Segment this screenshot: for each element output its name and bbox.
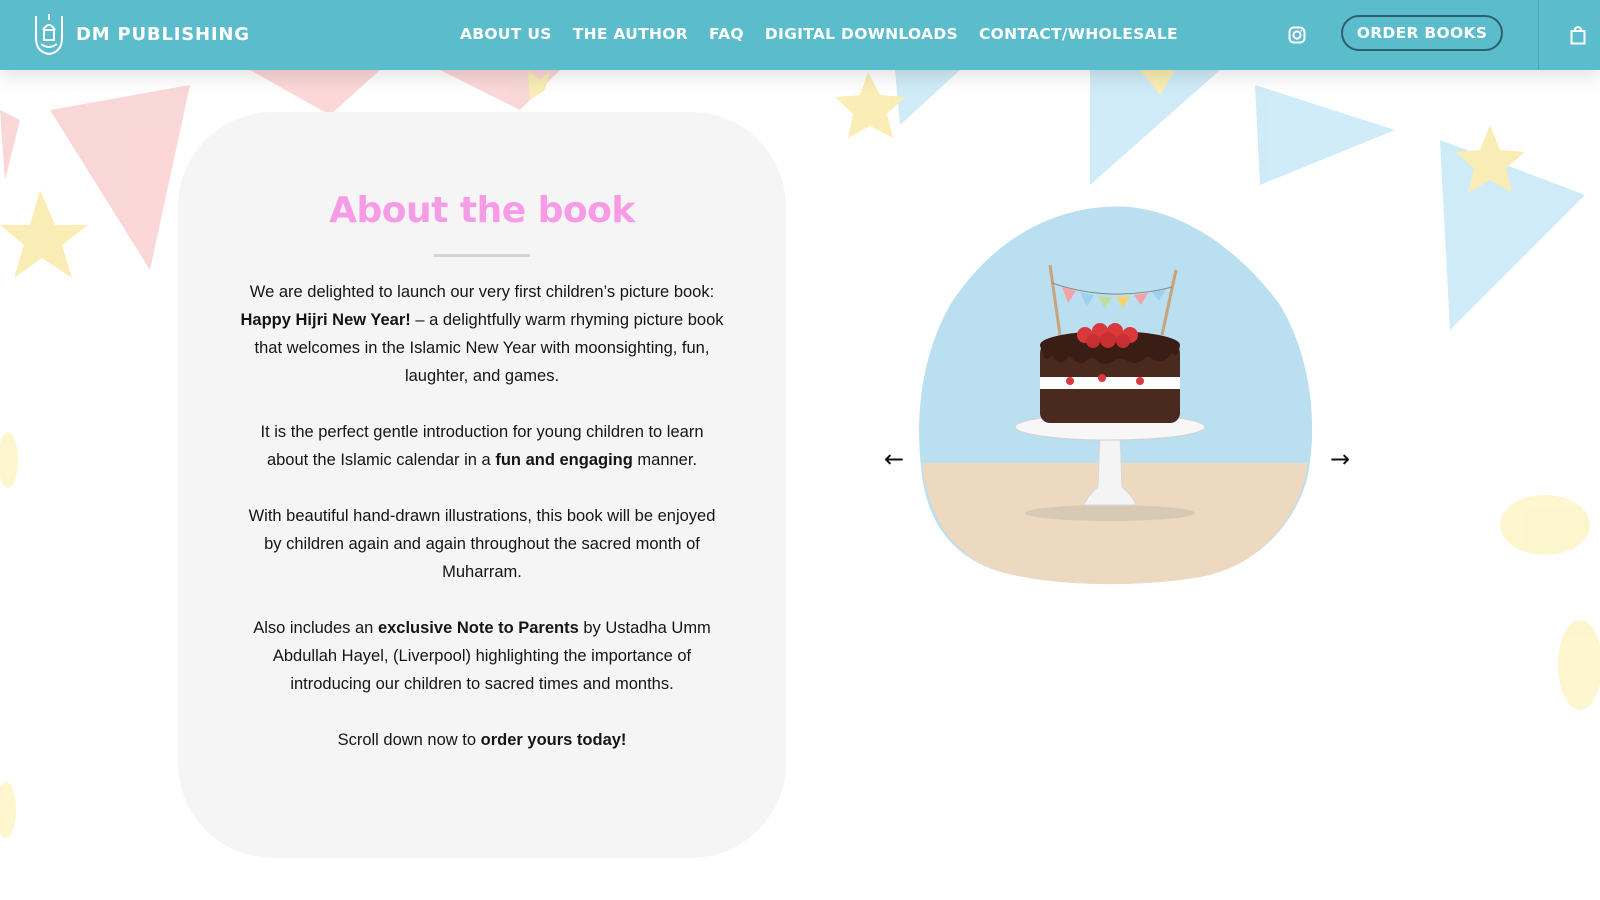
nav-item-digital-downloads[interactable]: DIGITAL DOWNLOADS bbox=[765, 25, 958, 43]
order-books-button[interactable]: ORDER BOOKS bbox=[1341, 15, 1503, 51]
shopping-bag-icon[interactable] bbox=[1570, 25, 1586, 49]
text-span: We are delighted to launch our very firs… bbox=[249, 283, 715, 301]
nav-item-the-author[interactable]: THE AUTHOR bbox=[573, 25, 688, 43]
text-span: Scroll down now to bbox=[337, 731, 481, 749]
previous-arrow-icon[interactable]: ← bbox=[884, 445, 904, 473]
text-span: manner. bbox=[632, 451, 698, 469]
book-title-bold: Happy Hijri New Year! bbox=[240, 311, 411, 329]
title-divider bbox=[434, 254, 530, 257]
nav-item-about-us[interactable]: ABOUT US bbox=[460, 25, 552, 43]
instagram-icon[interactable] bbox=[1288, 26, 1306, 48]
main-nav: ABOUT US THE AUTHOR FAQ DIGITAL DOWNLOAD… bbox=[460, 25, 1199, 43]
next-arrow-icon[interactable]: → bbox=[1330, 445, 1350, 473]
image-carousel: ← → bbox=[870, 195, 1360, 595]
paragraph-cta: Scroll down now to order yours today! bbox=[240, 726, 724, 754]
lantern-logo-icon bbox=[32, 12, 66, 56]
paragraph-intro: We are delighted to launch our very firs… bbox=[240, 278, 724, 390]
nav-item-faq[interactable]: FAQ bbox=[709, 25, 744, 43]
paragraph-illustrations: With beautiful hand-drawn illustrations,… bbox=[248, 507, 716, 581]
about-text: We are delighted to launch our very firs… bbox=[240, 278, 724, 782]
section-title: About the book bbox=[329, 190, 635, 231]
site-header: DM PUBLISHING ABOUT US THE AUTHOR FAQ DI… bbox=[0, 0, 1600, 70]
header-divider bbox=[1538, 0, 1539, 70]
cake-illustration bbox=[919, 206, 1313, 585]
nav-item-contact-wholesale[interactable]: CONTACT/WHOLESALE bbox=[979, 25, 1178, 43]
brand[interactable]: DM PUBLISHING bbox=[32, 12, 250, 56]
cta-bold: order yours today! bbox=[480, 731, 627, 749]
paragraph-introduction: It is the perfect gentle introduction fo… bbox=[240, 418, 724, 474]
text-span: Also includes an bbox=[253, 619, 378, 637]
about-book-card: About the book We are delighted to launc… bbox=[178, 112, 786, 858]
emphasis-bold: fun and engaging bbox=[495, 451, 633, 469]
brand-name: DM PUBLISHING bbox=[76, 23, 250, 45]
paragraph-note-to-parents: Also includes an exclusive Note to Paren… bbox=[240, 614, 724, 698]
emphasis-bold: exclusive Note to Parents bbox=[377, 619, 579, 637]
